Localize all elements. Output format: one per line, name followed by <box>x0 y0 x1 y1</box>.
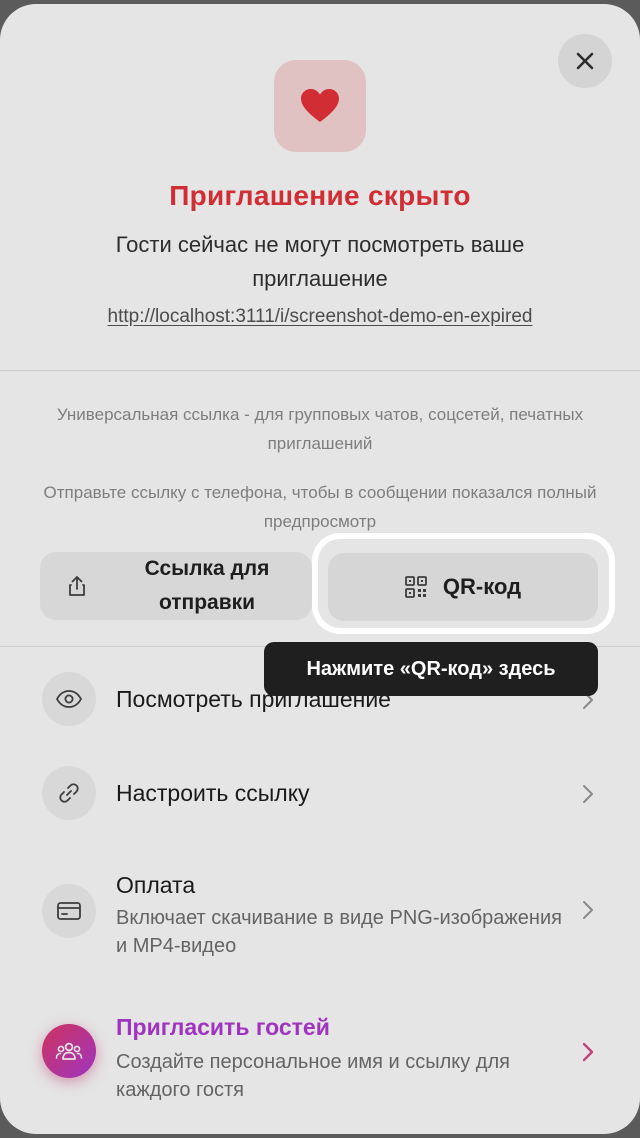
share-icon <box>69 576 85 596</box>
eye-icon-badge <box>42 672 96 726</box>
divider <box>0 370 640 371</box>
menu-item-label: Настроить ссылку <box>116 780 310 806</box>
send-from-phone-hint: Отправьте ссылку с телефона, чтобы в соо… <box>43 483 597 531</box>
hero-heart-badge <box>274 60 366 152</box>
guests-icon-badge <box>42 1024 96 1078</box>
status-subtitle: Гости сейчас не могут посмотреть ваше пр… <box>115 232 525 291</box>
chevron-right-icon <box>583 785 593 803</box>
menu-item-label: Пригласить гостей <box>116 1014 330 1040</box>
share-link-button[interactable]: Ссылка для отправки <box>40 552 312 620</box>
link-icon-badge <box>42 766 96 820</box>
credit-card-icon-badge <box>42 884 96 938</box>
chevron-right-icon <box>583 901 593 919</box>
onboarding-tooltip: Нажмите «QR-код» здесь <box>264 642 598 696</box>
link-icon <box>59 783 79 803</box>
universal-link-hint: Универсальная ссылка - для групповых чат… <box>56 405 584 453</box>
close-icon <box>576 52 594 70</box>
eye-icon <box>56 690 82 708</box>
menu-item-payment[interactable]: Оплата Включает скачивание в виде PNG-из… <box>0 868 640 964</box>
invitation-url-link[interactable]: http://localhost:3111/i/screenshot-demo-… <box>0 306 640 328</box>
page-title: Приглашение скрыто <box>169 180 471 211</box>
heart-icon <box>301 89 339 122</box>
menu-item-invite-guests[interactable]: Пригласить гостей Создайте персональное … <box>0 1010 640 1106</box>
credit-card-icon <box>57 902 81 920</box>
guests-icon <box>55 1042 83 1060</box>
menu-item-label: Оплата <box>116 872 196 898</box>
menu-item-configure-link[interactable]: Настроить ссылку <box>0 762 640 826</box>
menu-item-description: Включает скачивание в виде PNG-изображен… <box>116 907 562 957</box>
chevron-right-icon <box>582 1042 594 1062</box>
share-link-label: Ссылка для отправки <box>144 557 270 614</box>
close-button[interactable] <box>558 34 612 88</box>
menu-item-description: Создайте персональное имя и ссылку для к… <box>116 1051 510 1101</box>
qr-button-spotlight <box>318 539 609 628</box>
